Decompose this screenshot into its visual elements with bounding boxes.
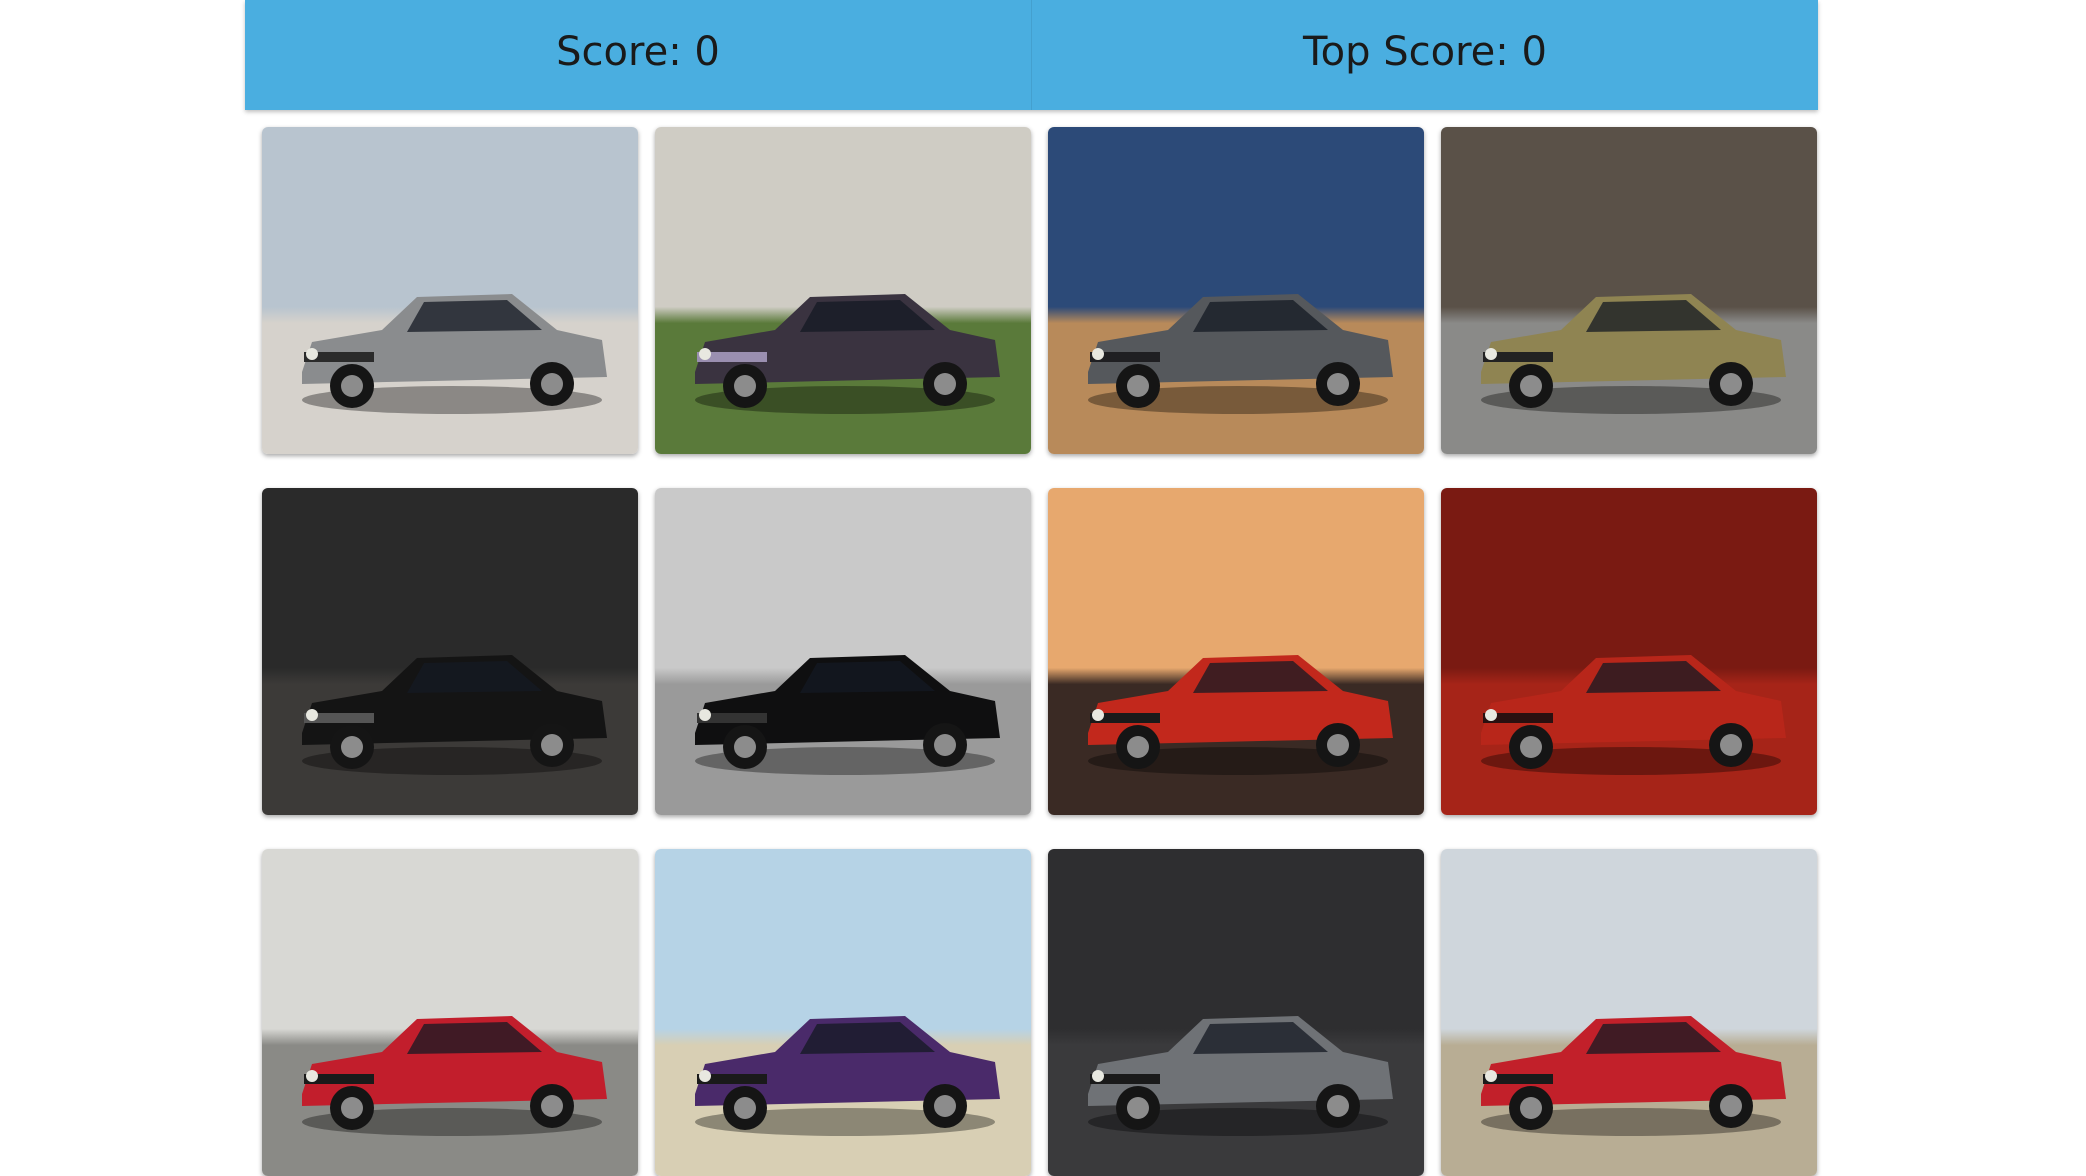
car-image-card[interactable] <box>262 127 638 454</box>
car-photo <box>1441 488 1817 815</box>
car-image-card[interactable] <box>655 488 1031 815</box>
car-image-card[interactable] <box>1048 488 1424 815</box>
car-photo <box>1048 849 1424 1176</box>
car-image-card[interactable] <box>1441 849 1817 1176</box>
car-image-card[interactable] <box>262 488 638 815</box>
card-grid <box>262 127 1817 1176</box>
car-photo <box>262 849 638 1176</box>
car-image-card[interactable] <box>1048 849 1424 1176</box>
car-image-card[interactable] <box>1048 127 1424 454</box>
top-score-display: Top Score: 0 <box>1031 0 1818 110</box>
score-display: Score: 0 <box>556 29 720 75</box>
car-image-card[interactable] <box>1441 488 1817 815</box>
car-photo <box>1441 849 1817 1176</box>
car-photo <box>1441 127 1817 454</box>
car-photo <box>1048 127 1424 454</box>
car-photo <box>262 127 638 454</box>
car-photo <box>1048 488 1424 815</box>
car-photo <box>262 488 638 815</box>
car-image-card[interactable] <box>1441 127 1817 454</box>
scoreboard-header: Score: 0 Top Score: 0 <box>245 0 1818 110</box>
car-photo <box>655 849 1031 1176</box>
car-photo <box>655 127 1031 454</box>
car-photo <box>655 488 1031 815</box>
car-image-card[interactable] <box>655 127 1031 454</box>
car-image-card[interactable] <box>655 849 1031 1176</box>
car-image-card[interactable] <box>262 849 638 1176</box>
